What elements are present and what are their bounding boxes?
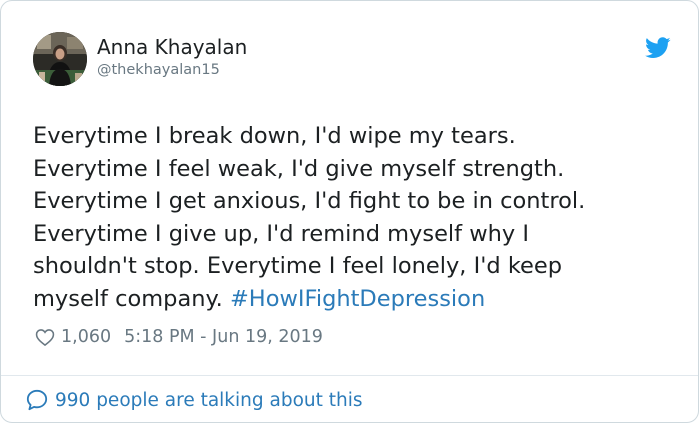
tweet-line-last: myself company. #HowIFightDepression <box>33 283 673 316</box>
display-name[interactable]: Anna Khayalan <box>97 35 247 59</box>
tweet-header: Anna Khayalan @thekhayalan15 <box>33 32 673 88</box>
profile-photo <box>33 32 87 86</box>
like-button[interactable]: 1,060 <box>34 326 111 348</box>
tweet-text: Everytime I break down, I'd wipe my tear… <box>33 120 673 315</box>
tweet-line-text: myself company. <box>33 285 223 312</box>
tweet-line: shouldn't stop. Everytime I feel lonely,… <box>33 253 563 279</box>
tweet-line: Everytime I feel weak, I'd give myself s… <box>33 155 565 182</box>
tweet-line: Everytime I break down, I'd wipe my tear… <box>33 123 516 149</box>
like-count: 1,060 <box>61 327 112 347</box>
hashtag-link[interactable]: #HowIFightDepression <box>230 286 485 312</box>
tweet-line: Everytime I get anxious, I'd fight to be… <box>33 188 586 214</box>
divider <box>1 375 698 376</box>
timestamp-link[interactable]: 5:18 PM - Jun 19, 2019 <box>124 327 323 347</box>
talking-text: 990 people are talking about this <box>55 389 363 411</box>
twitter-bird-icon[interactable] <box>645 37 671 59</box>
conversation-link[interactable]: 990 people are talking about this <box>25 387 363 413</box>
avatar[interactable] <box>33 32 87 86</box>
tweet-line: Everytime I give up, I'd remind myself w… <box>33 220 530 247</box>
heart-outline-icon <box>35 329 55 347</box>
tweet-card: Anna Khayalan @thekhayalan15 Everytime I… <box>0 0 699 423</box>
tweet-meta: 1,060 5:18 PM - Jun 19, 2019 <box>34 324 323 350</box>
speech-bubble-icon <box>26 389 48 411</box>
user-handle[interactable]: @thekhayalan15 <box>97 61 220 79</box>
